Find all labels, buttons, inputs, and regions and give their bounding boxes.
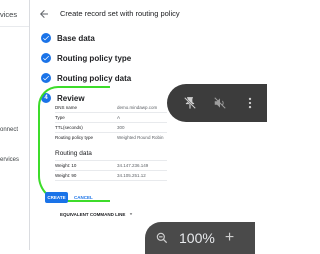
zoom-in-button[interactable]: + <box>225 229 234 247</box>
left-sidebar: vices onnect ervices <box>0 0 30 250</box>
review-value-dns-name: demo.mindawp.com <box>117 105 158 110</box>
zoom-level: 100% <box>179 230 215 246</box>
routing-value-weight-90: 34.105.251.12 <box>117 173 146 178</box>
zoom-out-icon[interactable] <box>155 231 169 245</box>
check-circle-icon <box>41 53 51 63</box>
sidebar-divider <box>0 26 29 27</box>
equivalent-command-line-label: EQUIVALENT COMMAND LINE <box>60 211 126 217</box>
volume-off-icon[interactable] <box>213 96 227 110</box>
review-value-routing-policy-type: Weighted Round Robin <box>117 135 164 140</box>
check-circle-icon <box>41 33 51 43</box>
zoom-control: 100% + <box>145 222 255 254</box>
cancel-button[interactable]: CANCEL <box>74 192 93 203</box>
equivalent-command-line-toggle[interactable]: EQUIVALENT COMMAND LINE <box>60 211 134 217</box>
step-routing-policy-data[interactable]: Routing policy data <box>41 73 131 83</box>
step-label: Routing policy data <box>57 73 132 83</box>
review-value-type: A <box>117 115 121 120</box>
review-value-ttl: 300 <box>117 125 125 130</box>
highlight-annotation <box>38 86 110 202</box>
page-title: Create record set with routing policy <box>60 9 180 18</box>
create-button[interactable]: CREATE <box>45 192 68 203</box>
sidebar-item-services[interactable]: ervices <box>0 157 19 163</box>
pin-off-icon[interactable] <box>183 96 197 110</box>
more-vert-icon[interactable] <box>243 96 257 110</box>
page-header: Create record set with routing policy <box>29 0 250 27</box>
back-arrow-icon[interactable] <box>38 8 50 20</box>
sidebar-title: vices <box>0 10 18 19</box>
step-label: Base data <box>57 33 95 43</box>
sidebar-item-connect[interactable]: onnect <box>0 127 18 133</box>
chevron-down-icon <box>128 211 134 217</box>
step-routing-policy-type[interactable]: Routing policy type <box>41 53 131 63</box>
check-circle-icon <box>41 73 51 83</box>
step-base-data[interactable]: Base data <box>41 33 95 43</box>
step-label: Routing policy type <box>57 53 132 63</box>
routing-value-weight-10: 34.147.236.149 <box>117 163 149 168</box>
floating-toolbar <box>167 84 267 122</box>
